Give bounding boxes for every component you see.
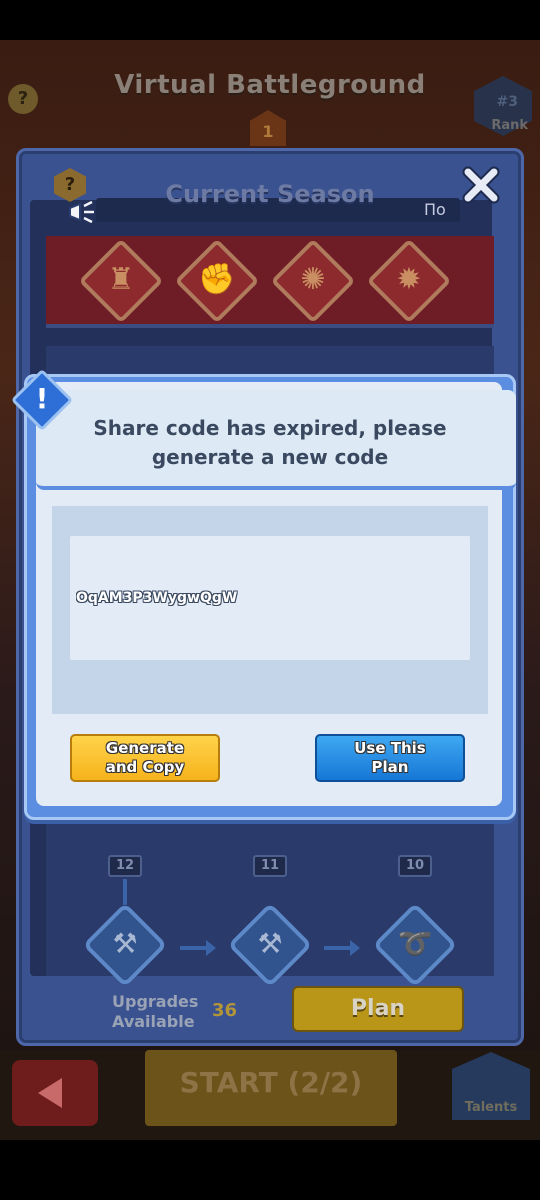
close-icon[interactable] xyxy=(460,164,502,206)
gear-emblem-icon: ✹ xyxy=(396,262,422,297)
back-arrow-icon xyxy=(38,1078,62,1108)
rank-number: #3 xyxy=(496,94,518,110)
use-plan-label-line1: Use This xyxy=(354,739,426,757)
talent-node[interactable]: ➰ xyxy=(372,902,458,988)
reward-trophy[interactable]: ♜ xyxy=(78,238,164,324)
boots-icon: ⚒ xyxy=(112,927,138,960)
talent-node[interactable]: ⚒ xyxy=(227,902,313,988)
plan-button-label: Plan xyxy=(350,996,406,1021)
boots-icon: ⚒ xyxy=(257,927,283,960)
node-level-label: 10 xyxy=(398,855,432,877)
warning-icon: ! xyxy=(35,382,49,415)
panel-title: Current Season xyxy=(165,180,375,208)
generate-label-line1: Generate xyxy=(105,739,185,757)
talents-label: Talents xyxy=(464,1100,518,1115)
fist-icon: ✊ xyxy=(198,262,236,297)
upgrades-label: Upgrades Available xyxy=(112,992,199,1031)
talent-node[interactable]: ⚒ xyxy=(82,902,168,988)
dialog-message: Share code has expired, please generate … xyxy=(60,414,480,472)
sun-emblem-icon: ✺ xyxy=(300,262,326,297)
generate-and-copy-button[interactable]: Generate and Copy xyxy=(70,734,220,782)
start-label: START (2/2) xyxy=(179,1066,363,1099)
reward-gear[interactable]: ✹ xyxy=(366,238,452,324)
season-badge: По xyxy=(424,200,446,219)
node-level-label: 12 xyxy=(108,855,142,877)
share-code-input[interactable] xyxy=(70,536,470,660)
scene-help-icon: ? xyxy=(8,84,38,114)
megaphone-icon[interactable] xyxy=(66,198,98,226)
trophy-icon: ♜ xyxy=(107,262,135,297)
reward-fist[interactable]: ✊ xyxy=(174,238,260,324)
dialog-message-line1: Share code has expired, please xyxy=(93,416,447,440)
scene-title: Virtual Battleground xyxy=(114,70,426,100)
upgrades-count: 36 xyxy=(212,1000,238,1021)
dialog-message-line2: generate a new code xyxy=(151,445,389,469)
node-level-label: 11 xyxy=(253,855,287,877)
connector-arrow xyxy=(324,940,360,956)
rank-label: Rank xyxy=(491,118,528,133)
connector-arrow xyxy=(180,940,216,956)
use-plan-label-line2: Plan xyxy=(371,758,409,776)
reward-sun[interactable]: ✺ xyxy=(270,238,356,324)
use-this-plan-button[interactable]: Use This Plan xyxy=(315,734,465,782)
generate-label-line2: and Copy xyxy=(105,758,185,776)
connector-arrow xyxy=(123,879,127,905)
dash-icon: ➰ xyxy=(397,927,433,960)
